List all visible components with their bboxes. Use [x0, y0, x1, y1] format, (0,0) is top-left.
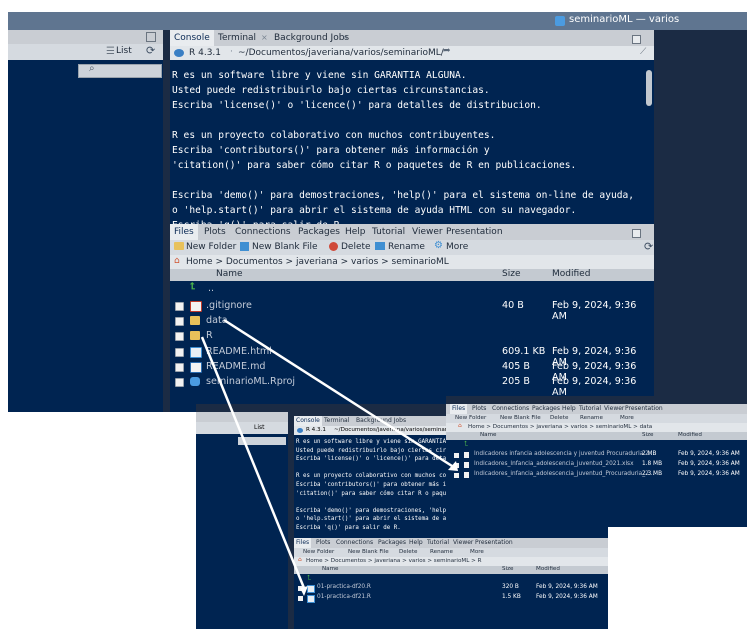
arrowhead	[448, 461, 458, 471]
connector-data-to-zoom	[223, 318, 453, 468]
connector-lines	[200, 318, 458, 596]
arrowhead	[300, 586, 308, 596]
connector-r-to-zoom	[200, 336, 306, 589]
